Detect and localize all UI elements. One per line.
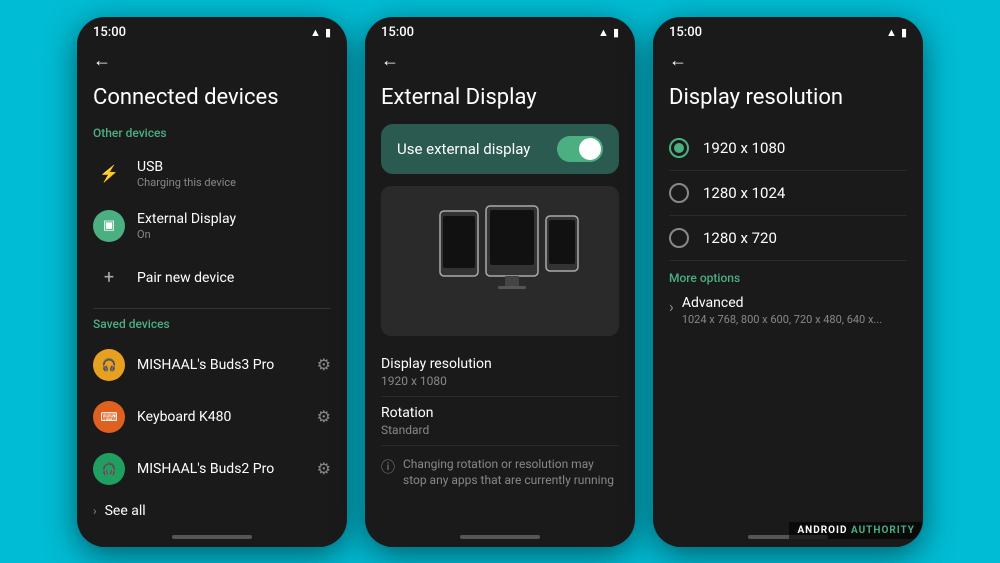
- see-all-arrow-icon: ›: [93, 504, 97, 518]
- wifi-icon-3: ▲: [886, 26, 897, 39]
- more-options-label: More options: [669, 261, 907, 289]
- bottom-bar-2: [365, 527, 635, 547]
- radio-1280-720: [669, 228, 689, 248]
- buds2-item[interactable]: 🎧 MISHAAL's Buds2 Pro ⚙: [93, 443, 331, 495]
- keyboard-title: Keyboard K480: [137, 409, 317, 425]
- advanced-title: Advanced: [682, 295, 882, 311]
- info-row: ⓘ Changing rotation or resolution may st…: [381, 446, 619, 500]
- bottom-bar-1: [77, 527, 347, 547]
- res-title: Display resolution: [669, 85, 907, 110]
- keyboard-gear-icon[interactable]: ⚙: [317, 407, 331, 426]
- usb-icon: ⚡: [93, 158, 125, 190]
- use-external-display-toggle-row[interactable]: Use external display: [381, 124, 619, 174]
- battery-icon-1: ▮: [325, 26, 331, 39]
- watermark: ANDROID AUTHORITY: [789, 522, 923, 539]
- usb-title: USB: [137, 159, 331, 175]
- radio-dot-1920: [674, 143, 684, 153]
- external-display-subtitle: On: [137, 228, 331, 241]
- battery-icon-3: ▮: [901, 26, 907, 39]
- advanced-text: Advanced 1024 x 768, 800 x 600, 720 x 48…: [682, 295, 882, 326]
- bottom-indicator-2: [460, 535, 540, 539]
- toggle-label: Use external display: [397, 140, 530, 158]
- phone-frame-2: 15:00 ▲ ▮ ← External Display Use externa…: [365, 17, 635, 547]
- buds2-title: MISHAAL's Buds2 Pro: [137, 461, 317, 477]
- info-icon: ⓘ: [381, 457, 395, 477]
- keyboard-icon: ⌨: [93, 401, 125, 433]
- status-bar-1: 15:00 ▲ ▮: [77, 17, 347, 44]
- buds2-gear-icon[interactable]: ⚙: [317, 459, 331, 478]
- wifi-icon-2: ▲: [598, 26, 609, 39]
- keyboard-text: Keyboard K480: [137, 409, 317, 425]
- rotation-setting[interactable]: Rotation Standard: [381, 397, 619, 446]
- toggle-switch[interactable]: [557, 136, 603, 162]
- status-time-1: 15:00: [93, 25, 126, 40]
- external-display-text: External Display On: [137, 211, 331, 241]
- status-icons-3: ▲ ▮: [886, 26, 907, 39]
- back-button-3[interactable]: ←: [653, 44, 923, 73]
- radio-1280-1024: [669, 183, 689, 203]
- advanced-sub: 1024 x 768, 800 x 600, 720 x 480, 640 x.…: [682, 313, 882, 326]
- wifi-icon-1: ▲: [310, 26, 321, 39]
- pair-new-label: Pair new device: [137, 270, 234, 286]
- page-title-1: Connected devices: [93, 85, 331, 110]
- resolution-1280-720-item[interactable]: 1280 x 720: [669, 216, 907, 261]
- rotation-title: Rotation: [381, 405, 619, 421]
- display-resolution-setting[interactable]: Display resolution 1920 x 1080: [381, 348, 619, 397]
- phone-frame-3: 15:00 ▲ ▮ ← Display resolution 1920 x 10…: [653, 17, 923, 547]
- buds2-icon: 🎧: [93, 453, 125, 485]
- buds3-text: MISHAAL's Buds3 Pro: [137, 357, 317, 373]
- bottom-indicator-1: [172, 535, 252, 539]
- buds3-gear-icon[interactable]: ⚙: [317, 355, 331, 374]
- buds2-text: MISHAAL's Buds2 Pro: [137, 461, 317, 477]
- pair-new-icon: +: [93, 262, 125, 294]
- screen-external-display: External Display Use external display: [365, 73, 635, 527]
- buds3-item[interactable]: 🎧 MISHAAL's Buds3 Pro ⚙: [93, 339, 331, 391]
- keyboard-item[interactable]: ⌨ Keyboard K480 ⚙: [93, 391, 331, 443]
- display-resolution-value: 1920 x 1080: [381, 374, 619, 388]
- external-display-title: External Display: [137, 211, 331, 227]
- usb-item[interactable]: ⚡ USB Charging this device: [93, 148, 331, 200]
- screen-connected-devices: Connected devices Other devices ⚡ USB Ch…: [77, 73, 347, 527]
- status-bar-3: 15:00 ▲ ▮: [653, 17, 923, 44]
- phone-frame-1: 15:00 ▲ ▮ ← Connected devices Other devi…: [77, 17, 347, 547]
- status-bar-2: 15:00 ▲ ▮: [365, 17, 635, 44]
- resolution-1920-label: 1920 x 1080: [703, 139, 785, 157]
- display-preview-svg: [410, 196, 590, 326]
- resolution-1920-item[interactable]: 1920 x 1080: [669, 126, 907, 171]
- see-all-label: See all: [105, 503, 146, 519]
- display-preview: [381, 186, 619, 336]
- radio-1920: [669, 138, 689, 158]
- ext-display-title: External Display: [381, 85, 619, 110]
- usb-subtitle: Charging this device: [137, 176, 331, 189]
- buds3-title: MISHAAL's Buds3 Pro: [137, 357, 317, 373]
- advanced-chevron-icon: ›: [669, 297, 674, 316]
- usb-text: USB Charging this device: [137, 159, 331, 189]
- status-icons-1: ▲ ▮: [310, 26, 331, 39]
- status-time-3: 15:00: [669, 25, 702, 40]
- section-saved-devices: Saved devices: [93, 317, 331, 331]
- toggle-thumb: [579, 138, 601, 160]
- resolution-1280-1024-label: 1280 x 1024: [703, 184, 785, 202]
- resolution-1280-1024-item[interactable]: 1280 x 1024: [669, 171, 907, 216]
- external-display-item[interactable]: ▣ External Display On: [93, 200, 331, 252]
- status-time-2: 15:00: [381, 25, 414, 40]
- rotation-value: Standard: [381, 423, 619, 437]
- display-resolution-title: Display resolution: [381, 356, 619, 372]
- section-other-devices: Other devices: [93, 126, 331, 140]
- resolution-1280-720-label: 1280 x 720: [703, 229, 777, 247]
- advanced-item[interactable]: › Advanced 1024 x 768, 800 x 600, 720 x …: [669, 289, 907, 332]
- screen-display-resolution: Display resolution 1920 x 1080 1280 x 10…: [653, 73, 923, 527]
- battery-icon-2: ▮: [613, 26, 619, 39]
- divider-1: [93, 308, 331, 309]
- info-text: Changing rotation or resolution may stop…: [403, 456, 619, 490]
- watermark-text: ANDROID AUTHORITY: [797, 525, 915, 536]
- back-button-2[interactable]: ←: [365, 44, 635, 73]
- external-display-icon: ▣: [93, 210, 125, 242]
- status-icons-2: ▲ ▮: [598, 26, 619, 39]
- pair-new-device-item[interactable]: + Pair new device: [93, 252, 331, 304]
- see-all-item[interactable]: › See all: [93, 495, 331, 527]
- buds3-icon: 🎧: [93, 349, 125, 381]
- back-button-1[interactable]: ←: [77, 44, 347, 73]
